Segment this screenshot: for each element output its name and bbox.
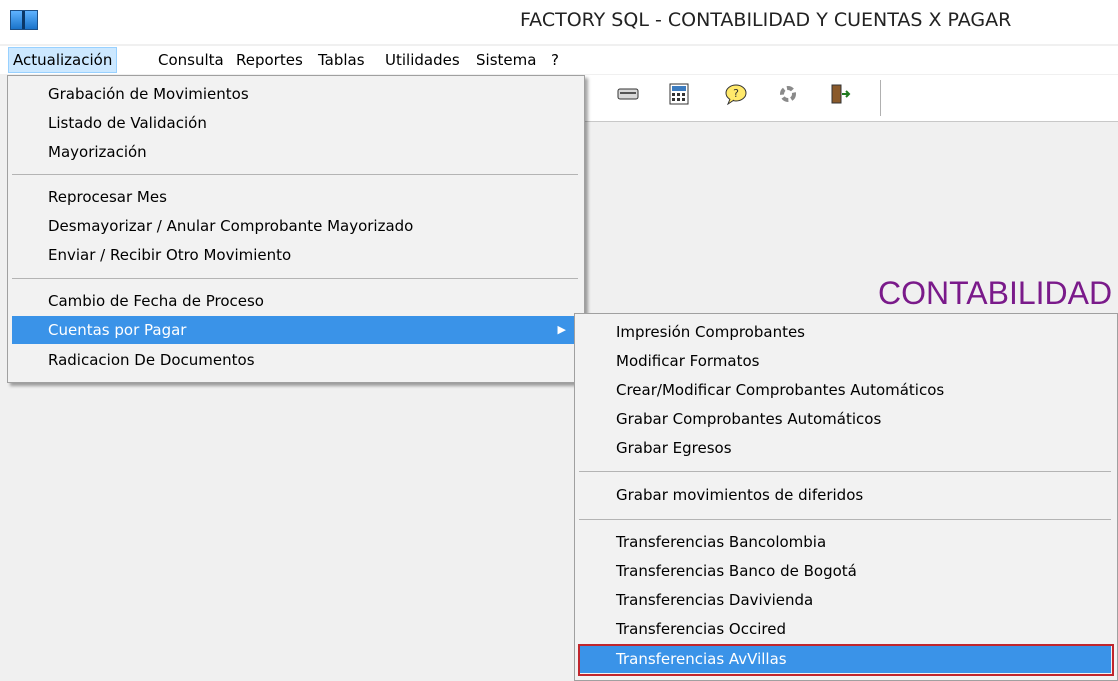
menu-actualizacion[interactable]: Actualización	[8, 47, 118, 73]
submenu-item-grabar-automaticos[interactable]: Grabar Comprobantes Automáticos	[575, 405, 1118, 433]
menu-item-label: Cuentas por Pagar	[48, 321, 187, 339]
annotation-highlight-box	[578, 644, 1114, 676]
exit-icon[interactable]	[827, 81, 853, 107]
menu-item-cambio-fecha[interactable]: Cambio de Fecha de Proceso	[8, 287, 624, 315]
menu-separator	[579, 471, 1111, 472]
calculator-icon[interactable]	[666, 81, 692, 107]
submenu-item-transferencias-bancolombia[interactable]: Transferencias Bancolombia	[575, 528, 1118, 556]
menu-separator	[12, 174, 578, 175]
actualizacion-menu: Grabación de Movimientos Listado de Vali…	[7, 75, 585, 383]
menu-separator	[579, 519, 1111, 520]
submenu-item-crear-modificar-automaticos[interactable]: Crear/Modificar Comprobantes Automáticos	[575, 376, 1118, 404]
submenu-item-transferencias-davivienda[interactable]: Transferencias Davivienda	[575, 586, 1118, 614]
menu-tablas[interactable]: Tablas	[314, 48, 369, 72]
menu-item-enviar-recibir[interactable]: Enviar / Recibir Otro Movimiento	[8, 241, 624, 269]
submenu-item-grabar-egresos[interactable]: Grabar Egresos	[575, 434, 1118, 462]
submenu-arrow-icon: ▶	[557, 323, 566, 336]
menu-item-desmayorizar[interactable]: Desmayorizar / Anular Comprobante Mayori…	[8, 212, 624, 240]
workarea-title: CONTABILIDAD	[878, 275, 1113, 311]
menu-item-reprocesar-mes[interactable]: Reprocesar Mes	[8, 183, 624, 211]
svg-text:?: ?	[733, 87, 739, 100]
app-book-icon	[10, 10, 38, 30]
help-icon[interactable]: ?	[723, 81, 749, 107]
menu-item-listado-validacion[interactable]: Listado de Validación	[8, 109, 624, 137]
menu-item-mayorizacion[interactable]: Mayorización	[8, 138, 624, 166]
toolbar-separator	[880, 80, 881, 116]
submenu-item-transferencias-banco-bogota[interactable]: Transferencias Banco de Bogotá	[575, 557, 1118, 585]
menu-utilidades[interactable]: Utilidades	[381, 48, 464, 72]
menu-item-grabacion-movimientos[interactable]: Grabación de Movimientos	[8, 80, 624, 108]
submenu-item-impresion-comprobantes[interactable]: Impresión Comprobantes	[575, 318, 1118, 346]
menu-bar: Actualización Consulta Reportes Tablas U…	[0, 46, 1118, 74]
menu-item-cuentas-por-pagar[interactable]: Cuentas por Pagar ▶	[12, 316, 580, 344]
menu-item-radicacion[interactable]: Radicacion De Documentos	[8, 346, 624, 374]
submenu-item-transferencias-occired[interactable]: Transferencias Occired	[575, 615, 1118, 643]
menu-separator	[12, 278, 578, 279]
submenu-item-grabar-diferidos[interactable]: Grabar movimientos de diferidos	[575, 481, 1118, 509]
menu-help[interactable]: ?	[547, 48, 563, 72]
menu-sistema[interactable]: Sistema	[472, 48, 540, 72]
title-bar: FACTORY SQL - CONTABILIDAD Y CUENTAS X P…	[0, 0, 1118, 44]
submenu-item-modificar-formatos[interactable]: Modificar Formatos	[575, 347, 1118, 375]
refresh-icon[interactable]	[775, 81, 801, 107]
menu-reportes[interactable]: Reportes	[232, 48, 307, 72]
cuentas-por-pagar-submenu: Impresión Comprobantes Modificar Formato…	[574, 313, 1118, 681]
window-title: FACTORY SQL - CONTABILIDAD Y CUENTAS X P…	[520, 9, 1012, 31]
menu-consulta[interactable]: Consulta	[154, 48, 228, 72]
